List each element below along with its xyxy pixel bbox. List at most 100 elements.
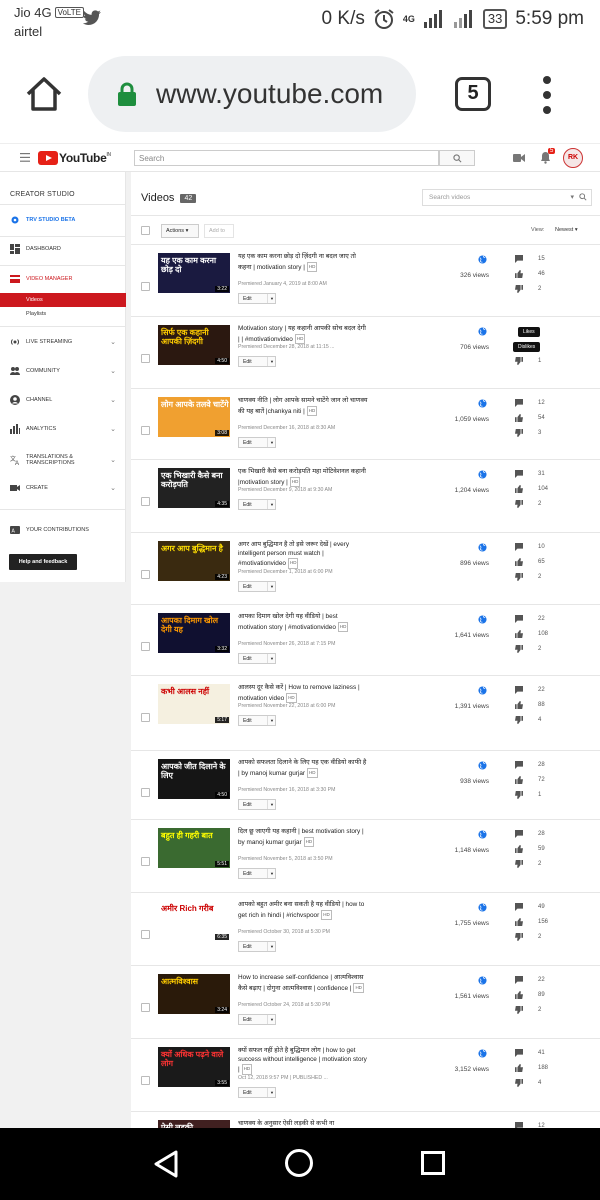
edit-button[interactable]: Edit ▼ (238, 356, 276, 368)
video-thumbnail[interactable]: आत्मविश्वास 3:24 (158, 974, 230, 1014)
caret-down-icon[interactable]: ▼ (270, 718, 274, 723)
caret-down-icon[interactable]: ▼ (270, 944, 274, 949)
row-checkbox[interactable] (141, 282, 150, 291)
avatar[interactable]: RK (563, 148, 583, 168)
menu-icon[interactable] (20, 153, 30, 162)
search-button[interactable] (439, 150, 475, 166)
address-bar[interactable]: www.youtube.com (88, 56, 416, 132)
sidebar-item-video-manager[interactable]: VIDEO MANAGER (0, 271, 126, 287)
sidebar-item-dashboard[interactable]: DASHBOARD (0, 241, 126, 257)
sidebar-item-channel[interactable]: CHANNEL ⌄ (0, 392, 126, 408)
edit-button[interactable]: Edit ▼ (238, 1086, 276, 1098)
android-nav-bar (0, 1128, 600, 1200)
notifications-button[interactable]: 5 (540, 148, 556, 169)
caret-down-icon[interactable]: ▼ (270, 1090, 274, 1095)
sidebar-item-playlists[interactable]: Playlists (0, 307, 126, 321)
sidebar-item-community[interactable]: COMMUNITY ⌄ (0, 363, 126, 379)
sidebar-item-your-contributions[interactable]: A YOUR CONTRIBUTIONS (0, 522, 126, 538)
youtube-logo[interactable]: YouTubeIN (38, 151, 111, 165)
video-thumbnail[interactable]: यह एक काम करना छोड़ दो 3:22 (158, 253, 230, 293)
edit-button[interactable]: Edit ▼ (238, 292, 276, 304)
sidebar-item-live-streaming[interactable]: LIVE STREAMING ⌄ (0, 334, 126, 350)
home-button[interactable] (285, 1149, 313, 1177)
video-thumbnail[interactable]: क्यों अधिक पढ़ने वाले लोग 3:55 (158, 1047, 230, 1087)
sidebar-item-channel-name[interactable]: TRV STUDIO BETA (0, 212, 126, 228)
row-checkbox[interactable] (141, 570, 150, 579)
row-checkbox[interactable] (141, 497, 150, 506)
row-checkbox[interactable] (141, 930, 150, 939)
row-checkbox[interactable] (141, 1076, 150, 1085)
caret-down-icon[interactable]: ▼ (270, 802, 274, 807)
back-icon[interactable] (153, 1150, 179, 1178)
video-thumbnail[interactable]: आपका दिमाग खोल देगी यह 3:32 (158, 613, 230, 653)
row-checkbox[interactable] (141, 713, 150, 722)
video-title[interactable]: How to increase self-confidence | आत्मवि… (238, 974, 368, 994)
caret-down-icon[interactable]: ▾ (570, 193, 574, 201)
video-thumbnail[interactable]: आपको जीत दिलाने के लिए 4:50 (158, 759, 230, 799)
video-title[interactable]: आपको बहुत अमीर बना सकती है यह वीडियो | h… (238, 901, 368, 921)
add-to-button[interactable]: Add to (204, 224, 234, 238)
edit-button[interactable]: Edit ▼ (238, 652, 276, 664)
caret-down-icon: ▾ (185, 228, 189, 234)
divider (267, 293, 268, 303)
row-checkbox[interactable] (141, 354, 150, 363)
recents-button[interactable] (421, 1151, 445, 1175)
more-vert-icon[interactable] (540, 74, 554, 116)
row-checkbox[interactable] (141, 857, 150, 866)
tab-switcher-button[interactable]: 5 (455, 77, 491, 111)
video-thumbnail[interactable]: बहुत ही गहरी बात 5:51 (158, 828, 230, 868)
sort-dropdown[interactable]: Newest ▾ (555, 227, 578, 233)
edit-button[interactable]: Edit ▼ (238, 798, 276, 810)
comment-icon (515, 761, 523, 769)
caret-down-icon[interactable]: ▼ (270, 656, 274, 661)
caret-down-icon[interactable]: ▼ (270, 871, 274, 876)
thumbnail-caption: आत्मविश्वास (161, 977, 199, 986)
sidebar-item-create[interactable]: CREATE ⌄ (0, 480, 126, 496)
video-title[interactable]: एक भिखारी कैसे बना करोड़पति महा मोटिवेशन… (238, 468, 368, 488)
video-title[interactable]: क्यों सफल नहीं होते है बुद्धिमान लोग | h… (238, 1047, 368, 1075)
edit-button[interactable]: Edit ▼ (238, 499, 276, 511)
video-thumbnail[interactable]: कभी आलस नहीं 5:17 (158, 684, 230, 724)
search-videos-input[interactable]: Search videos ▾ (422, 189, 592, 206)
edit-button[interactable]: Edit ▼ (238, 940, 276, 952)
sidebar-item-analytics[interactable]: ANALYTICS ⌄ (0, 421, 126, 437)
video-title[interactable]: आलस्य दूर कैसे करें | How to remove lazi… (238, 684, 368, 704)
edit-button[interactable]: Edit ▼ (238, 580, 276, 592)
sidebar-item-videos[interactable]: Videos (0, 293, 126, 307)
comment-count: 28 (538, 762, 545, 768)
edit-button[interactable]: Edit ▼ (238, 867, 276, 879)
video-title[interactable]: आपको सफलता दिलाने के लिए यह एक वीडियो का… (238, 759, 368, 779)
search-icon[interactable] (579, 193, 587, 201)
actions-dropdown[interactable]: Actions ▾ (161, 224, 199, 238)
row-checkbox[interactable] (141, 642, 150, 651)
video-title[interactable]: Motivation story | यह कहानी आपकी सोच बदल… (238, 325, 368, 345)
video-title[interactable]: अगर आप बुद्धिमान है तो इसे जरूर देखें | … (238, 541, 368, 569)
row-checkbox[interactable] (141, 426, 150, 435)
edit-button[interactable]: Edit ▼ (238, 715, 276, 727)
caret-down-icon[interactable]: ▼ (270, 296, 274, 301)
caret-down-icon[interactable]: ▼ (270, 502, 274, 507)
video-title[interactable]: दिल छू जाएगी यह कहानी | best motivation … (238, 828, 368, 848)
edit-button[interactable]: Edit ▼ (238, 1013, 276, 1025)
video-title[interactable]: यह एक काम करना छोड़ दो ज़िंदगी ना बदल जा… (238, 253, 368, 273)
video-thumbnail[interactable]: एक भिखारी कैसे बना करोड़पति 4:35 (158, 468, 230, 508)
upload-video-icon[interactable] (513, 153, 525, 163)
video-thumbnail[interactable]: लोग आपके तलवे चाटेंगे 3:08 (158, 397, 230, 437)
row-checkbox[interactable] (141, 788, 150, 797)
row-checkbox[interactable] (141, 1003, 150, 1012)
video-thumbnail[interactable]: अमीर Rich गरीब 6:35 (158, 901, 230, 941)
search-input[interactable]: Search (134, 150, 439, 166)
video-title[interactable]: आपका दिमाग खोल देगी यह वीडियो | best mot… (238, 613, 368, 633)
help-feedback-button[interactable]: Help and feedback (9, 554, 77, 570)
caret-down-icon[interactable]: ▼ (270, 1017, 274, 1022)
video-thumbnail[interactable]: सिर्फ एक कहानी आपकी ज़िंदगी 4:50 (158, 325, 230, 365)
caret-down-icon[interactable]: ▼ (270, 584, 274, 589)
video-title[interactable]: चाणक्य नीति | लोग आपके सामने चाटेंगे जान… (238, 397, 368, 417)
caret-down-icon[interactable]: ▼ (270, 440, 274, 445)
video-thumbnail[interactable]: अगर आप बुद्धिमान है 4:23 (158, 541, 230, 581)
sidebar-item-translations[interactable]: 文A TRANSLATIONS & TRANSCRIPTIONS ⌄ (0, 450, 126, 470)
caret-down-icon[interactable]: ▼ (270, 359, 274, 364)
edit-button[interactable]: Edit ▼ (238, 436, 276, 448)
select-all-checkbox[interactable] (141, 226, 150, 235)
home-icon[interactable] (24, 74, 64, 114)
